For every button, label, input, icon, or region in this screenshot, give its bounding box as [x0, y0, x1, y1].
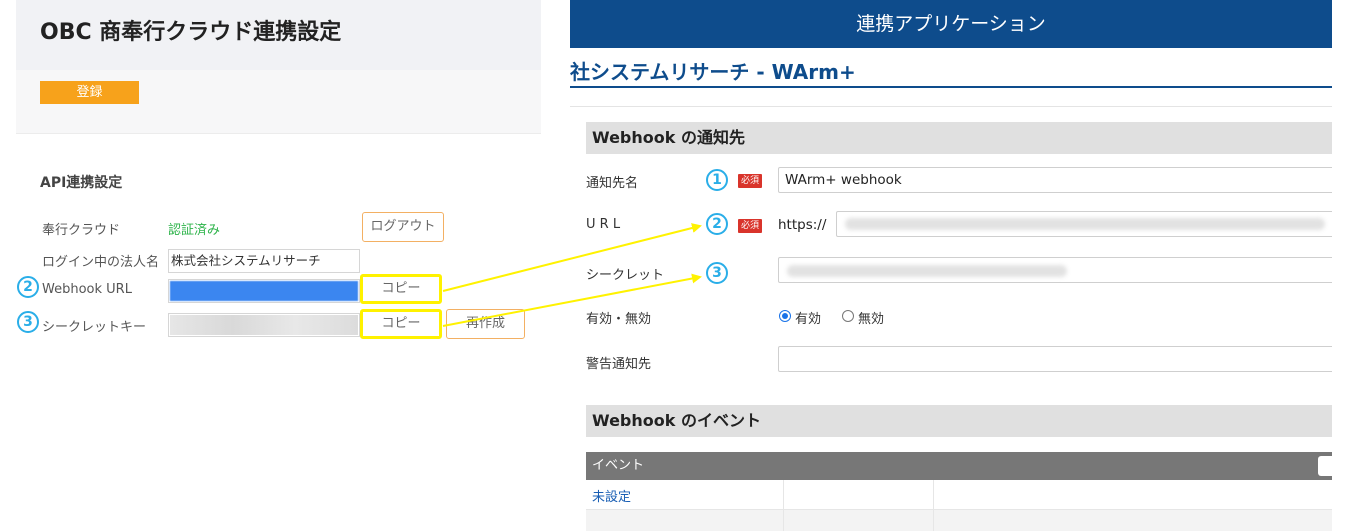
enable-label: 有効・無効: [586, 312, 652, 327]
logout-button[interactable]: ログアウト: [362, 212, 444, 242]
radio-enabled[interactable]: [779, 310, 791, 322]
app-topbar: 連携アプリケーション: [570, 0, 1332, 48]
right-panel: 連携アプリケーション 社システムリサーチ - WArm+ Webhook の通知…: [570, 0, 1332, 531]
radio-disabled[interactable]: [842, 310, 854, 322]
required-badge-name: 必須: [738, 174, 762, 188]
register-button[interactable]: 登録: [40, 81, 139, 104]
table-cell: [784, 480, 934, 510]
url-prefix: https://: [778, 217, 827, 233]
name-label: 通知先名: [586, 176, 639, 191]
marker-3-right: 3: [706, 262, 728, 284]
corp-name-field: 株式会社システムリサーチ: [168, 249, 360, 273]
marker-3-left: 3: [17, 311, 39, 333]
corp-label: ログイン中の法人名: [42, 255, 160, 270]
required-badge-url: 必須: [738, 219, 762, 233]
unset-link[interactable]: 未設定: [592, 486, 631, 505]
secret-label: シークレット: [586, 268, 665, 283]
event-table-header: イベント: [586, 452, 1332, 480]
copy-secret-button[interactable]: コピー: [360, 309, 442, 339]
webhook-url-label: Webhook URL: [42, 282, 132, 297]
table-menu-button[interactable]: [1318, 456, 1332, 476]
secret-key-redacted: [170, 315, 358, 335]
auth-status: 認証済み: [168, 223, 221, 238]
copy-webhook-button[interactable]: コピー: [360, 274, 442, 304]
marker-2-left: 2: [17, 276, 39, 298]
bugyo-label: 奉行クラウド: [42, 223, 121, 238]
url-redacted: [845, 218, 1325, 230]
webhook-url-redacted: [170, 281, 358, 301]
title-rule: [570, 86, 1332, 88]
table-cell: [784, 510, 934, 531]
table-row: 未設定: [586, 480, 1332, 510]
warn-label: 警告通知先: [586, 357, 652, 372]
name-input[interactable]: WArm+ webhook: [778, 167, 1332, 193]
table-cell: [586, 510, 784, 531]
page-header: OBC 商奉行クラウド連携設定: [16, 0, 541, 70]
action-bar: 登録: [16, 70, 541, 134]
radio-disabled-label: 無効: [858, 312, 885, 327]
api-section-title: API連携設定: [40, 175, 123, 191]
marker-2-right: 2: [706, 213, 728, 235]
secret-redacted: [787, 265, 1067, 277]
marker-1: 1: [706, 169, 728, 191]
url-input[interactable]: [836, 211, 1332, 237]
divider: [570, 106, 1332, 107]
event-column-header: イベント: [592, 458, 645, 473]
radio-enabled-label: 有効: [795, 312, 822, 327]
page-title: OBC 商奉行クラウド連携設定: [40, 20, 342, 45]
regenerate-button[interactable]: 再作成: [446, 309, 525, 339]
company-title: 社システムリサーチ - WArm+: [570, 60, 856, 84]
secret-key-label: シークレットキー: [42, 320, 147, 335]
event-section-header: Webhook のイベント: [586, 405, 1332, 437]
warn-input[interactable]: [778, 346, 1332, 372]
table-row: [586, 510, 1332, 531]
left-panel: OBC 商奉行クラウド連携設定 登録 API連携設定 奉行クラウド 認証済み ロ…: [0, 0, 545, 531]
secret-input[interactable]: [778, 257, 1332, 283]
url-label: U R L: [586, 217, 621, 232]
table-cell: 未設定: [586, 480, 784, 510]
webhook-section-header: Webhook の通知先: [586, 122, 1332, 154]
